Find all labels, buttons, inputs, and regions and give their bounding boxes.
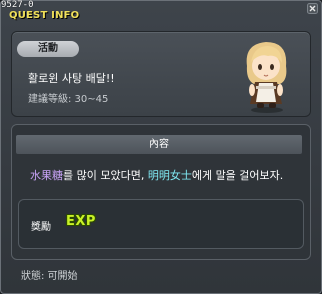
npc-portrait-icon	[246, 42, 287, 113]
description-text-end: 에게 말을 걸어보자.	[191, 169, 284, 182]
reward-label: 獎勵	[31, 222, 51, 233]
reward-box	[18, 199, 304, 249]
quest-category-badge: 活動	[17, 41, 79, 57]
quest-name: 활로윈 사탕 배달!!	[28, 72, 115, 85]
description-text: 를 많이 모았다면,	[63, 169, 148, 182]
item-highlight: 水果糖	[30, 169, 63, 182]
window-title: QUEST INFO	[9, 10, 80, 21]
npc-highlight: 明明女士	[147, 169, 192, 182]
exp-reward-icon: EXP	[66, 214, 96, 229]
close-icon[interactable]	[307, 3, 318, 14]
quest-status: 狀態: 可開始	[21, 271, 78, 282]
window-id: 9527-0	[1, 0, 34, 10]
quest-description: 水果糖를 많이 모았다면, 明明女士에게 말을 걸어보자.	[30, 167, 283, 183]
content-header: 內容	[16, 135, 302, 154]
quest-recommended-level: 建議等級: 30~45	[28, 94, 109, 105]
